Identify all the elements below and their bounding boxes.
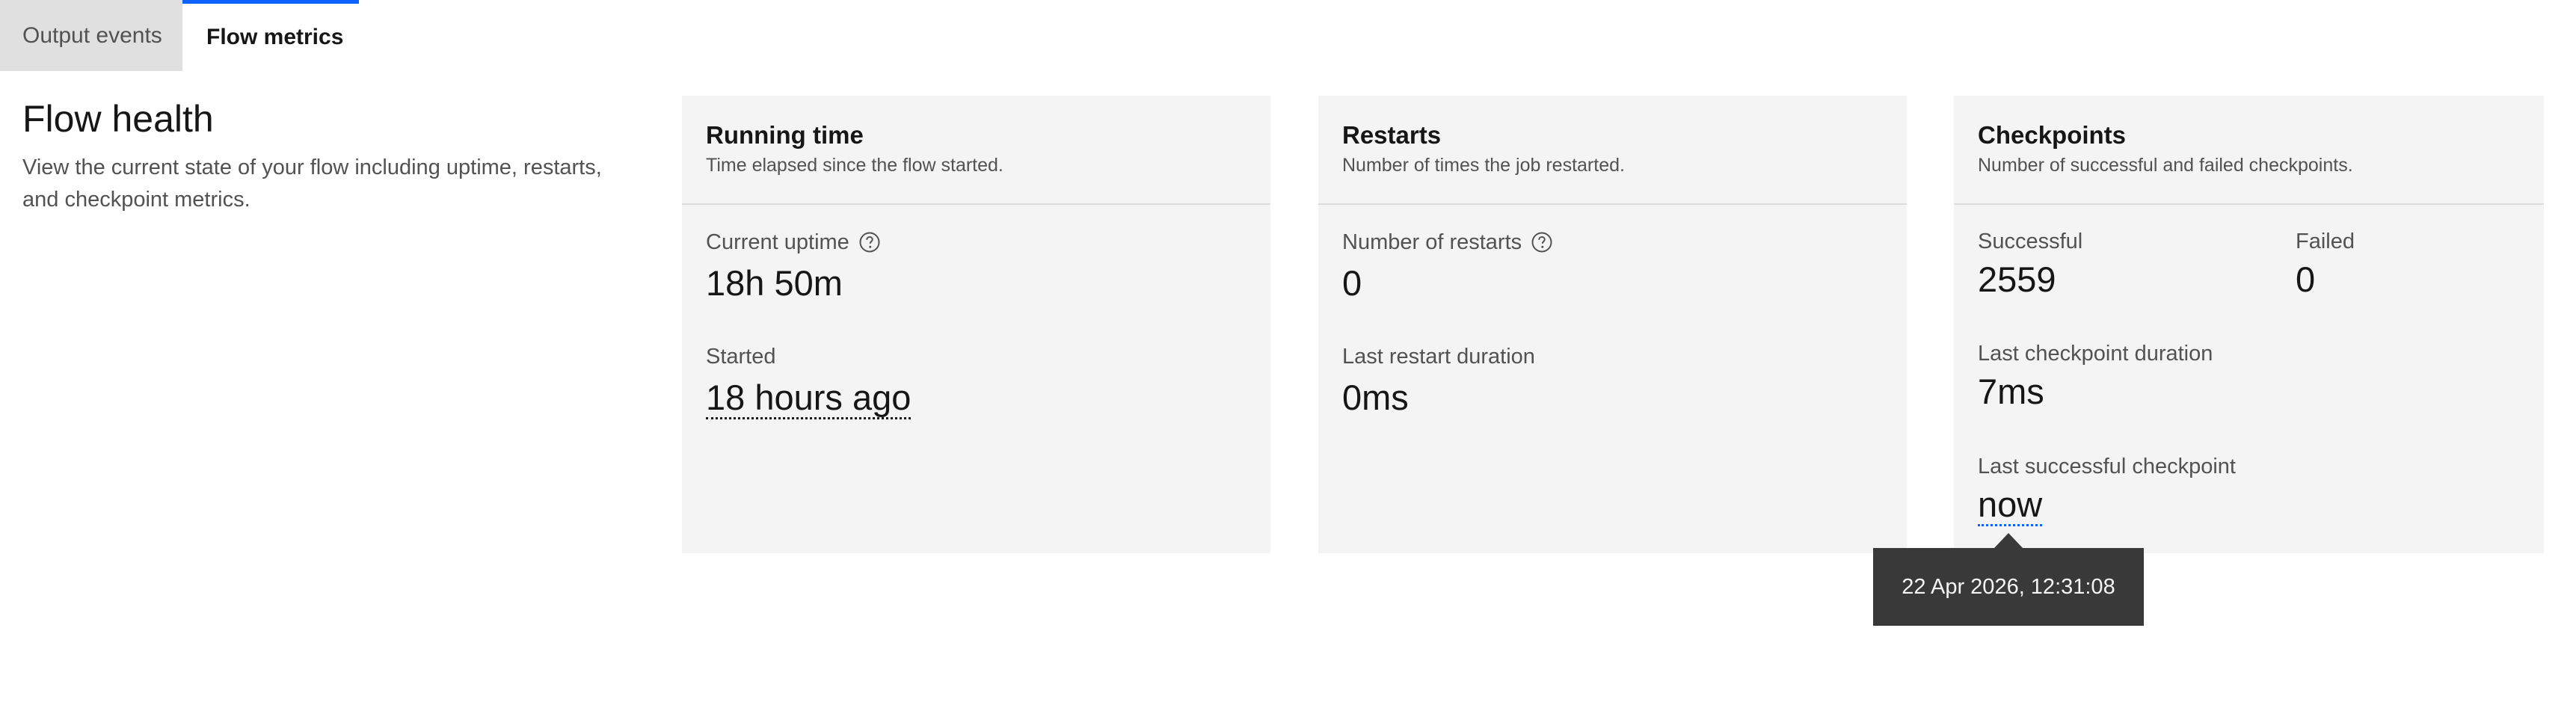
tooltip-text: 22 Apr 2026, 12:31:08 <box>1902 574 2115 599</box>
successful-value: 2559 <box>1978 259 2056 299</box>
tab-output-events-label: Output events <box>22 22 162 48</box>
running-time-subtitle: Time elapsed since the flow started. <box>706 155 1003 176</box>
tab-flow-metrics-label: Flow metrics <box>206 25 344 49</box>
flow-health-description: View the current state of your flow incl… <box>22 156 602 212</box>
running-time-card: Running time Time elapsed since the flow… <box>682 96 1270 553</box>
last-successful-checkpoint-value-row: now <box>1978 483 2236 526</box>
checkpoints-subtitle: Number of successful and failed checkpoi… <box>1978 155 2353 176</box>
last-restart-duration-metric: Last restart duration 0ms <box>1342 343 1535 419</box>
help-icon[interactable] <box>858 231 881 253</box>
checkpoints-card: Checkpoints Number of successful and fai… <box>1954 96 2544 553</box>
restart-count-metric: Number of restarts 0 <box>1342 229 1553 305</box>
current-uptime-value: 18h 50m <box>706 263 843 303</box>
running-time-card-header: Running time Time elapsed since the flow… <box>682 96 1270 205</box>
current-uptime-label-row: Current uptime <box>706 229 881 256</box>
restart-count-value: 0 <box>1342 263 1362 303</box>
last-restart-duration-value: 0ms <box>1342 378 1409 417</box>
restart-count-label-row: Number of restarts <box>1342 229 1553 256</box>
tab-list: Output events Flow metrics <box>0 0 359 71</box>
current-uptime-metric: Current uptime 18h 50m <box>706 229 881 305</box>
started-metric: Started 18 hours ago <box>706 343 912 419</box>
restart-count-label: Number of restarts <box>1342 230 1522 254</box>
timestamp-tooltip: 22 Apr 2026, 12:31:08 <box>1873 548 2144 626</box>
started-label: Started <box>706 345 776 369</box>
tab-flow-metrics[interactable]: Flow metrics <box>182 0 359 71</box>
restarts-title: Restarts <box>1342 121 1442 149</box>
last-successful-checkpoint-value[interactable]: now <box>1978 484 2043 526</box>
successful-checkpoints-metric: Successful 2559 <box>1978 228 2082 301</box>
failed-label: Failed <box>2296 230 2355 253</box>
restarts-subtitle: Number of times the job restarted. <box>1342 155 1625 176</box>
failed-checkpoints-metric: Failed 0 <box>2296 228 2355 301</box>
current-uptime-label: Current uptime <box>706 230 849 254</box>
started-value[interactable]: 18 hours ago <box>706 378 912 419</box>
last-successful-checkpoint-label: Last successful checkpoint <box>1978 455 2236 478</box>
restarts-card-header: Restarts Number of times the job restart… <box>1318 96 1907 205</box>
last-checkpoint-duration-label: Last checkpoint duration <box>1978 342 2213 366</box>
started-value-row: 18 hours ago <box>706 376 912 419</box>
last-restart-duration-label: Last restart duration <box>1342 345 1535 369</box>
checkpoints-card-header: Checkpoints Number of successful and fai… <box>1954 96 2544 205</box>
last-successful-checkpoint-metric: Last successful checkpoint now <box>1978 453 2236 526</box>
checkpoints-title: Checkpoints <box>1978 121 2127 149</box>
restarts-card: Restarts Number of times the job restart… <box>1318 96 1907 553</box>
flow-health-title: Flow health <box>22 98 214 140</box>
tooltip-caret <box>1994 533 2023 549</box>
tab-output-events[interactable]: Output events <box>0 0 182 71</box>
running-time-title: Running time <box>706 121 864 149</box>
help-icon[interactable] <box>1531 231 1553 253</box>
last-checkpoint-duration-metric: Last checkpoint duration 7ms <box>1978 340 2213 413</box>
failed-value: 0 <box>2296 259 2316 299</box>
flow-metrics-page: Output events Flow metrics Flow health V… <box>0 0 2576 708</box>
successful-label: Successful <box>1978 230 2083 253</box>
last-checkpoint-duration-value: 7ms <box>1978 372 2044 411</box>
